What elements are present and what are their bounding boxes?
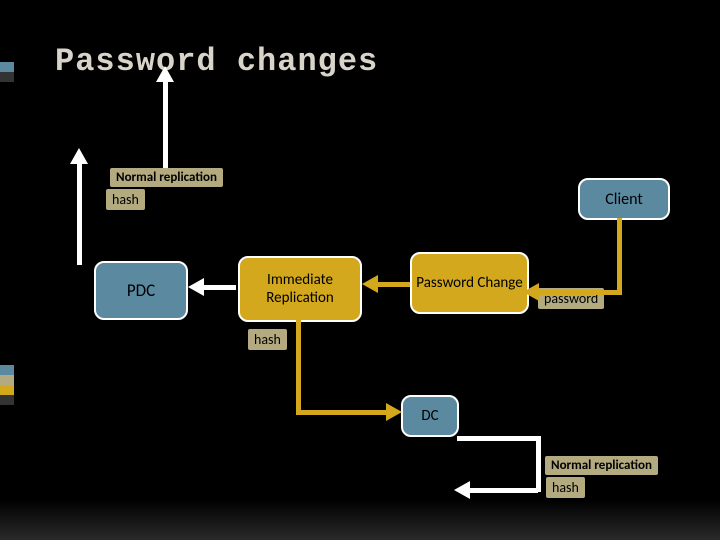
arrow-imm-pdc-head (188, 278, 204, 296)
node-pdc-label: PDC (127, 280, 155, 301)
page-title: Password changes (55, 43, 378, 80)
label-hash-bottom: hash (546, 477, 585, 498)
label-normal-replication-top: Normal replication (110, 168, 223, 187)
node-immediate-label: Immediate Replication (240, 271, 360, 307)
node-immediate: Immediate Replication (238, 256, 362, 322)
label-hash-mid: hash (248, 329, 287, 350)
conn-imm-dc-head (386, 403, 402, 421)
arrow-dc-out-head-left (454, 481, 470, 499)
node-pdc: PDC (94, 261, 188, 320)
conn-imm-dc-horiz (296, 410, 388, 415)
node-pwchange: Password Change (410, 252, 529, 314)
slide-root: Password changes PDC Immediate Replicati… (0, 0, 720, 540)
arrow-dc-right-line (457, 436, 539, 441)
arrow-pdc-up-left-head (70, 148, 88, 164)
arrow-pdc-up-mid-line (163, 78, 168, 168)
node-dc-label: DC (421, 407, 438, 425)
node-pwchange-label: Password Change (416, 274, 522, 292)
arrow-imm-pdc-line (200, 285, 236, 290)
node-dc: DC (401, 395, 459, 437)
arrow-dc-down-line (536, 436, 541, 492)
sidebar-decoration (0, 0, 16, 540)
conn-client-down (617, 218, 622, 293)
node-client: Client (578, 178, 670, 220)
floor-gradient (0, 500, 720, 540)
label-hash-top: hash (106, 189, 145, 210)
label-normal-replication-bottom: Normal replication (545, 456, 658, 475)
node-client-label: Client (605, 190, 642, 209)
arrow-pdc-up-left-line (77, 160, 82, 265)
arrow-pw-imm-head (362, 275, 378, 293)
arrow-pw-imm-line (374, 282, 410, 287)
conn-client-head (523, 283, 539, 301)
arrow-dc-out-line (468, 488, 538, 493)
conn-client-horiz (535, 290, 622, 295)
arrow-pdc-up-mid-head (156, 66, 174, 82)
conn-imm-dc-vert (296, 320, 301, 415)
